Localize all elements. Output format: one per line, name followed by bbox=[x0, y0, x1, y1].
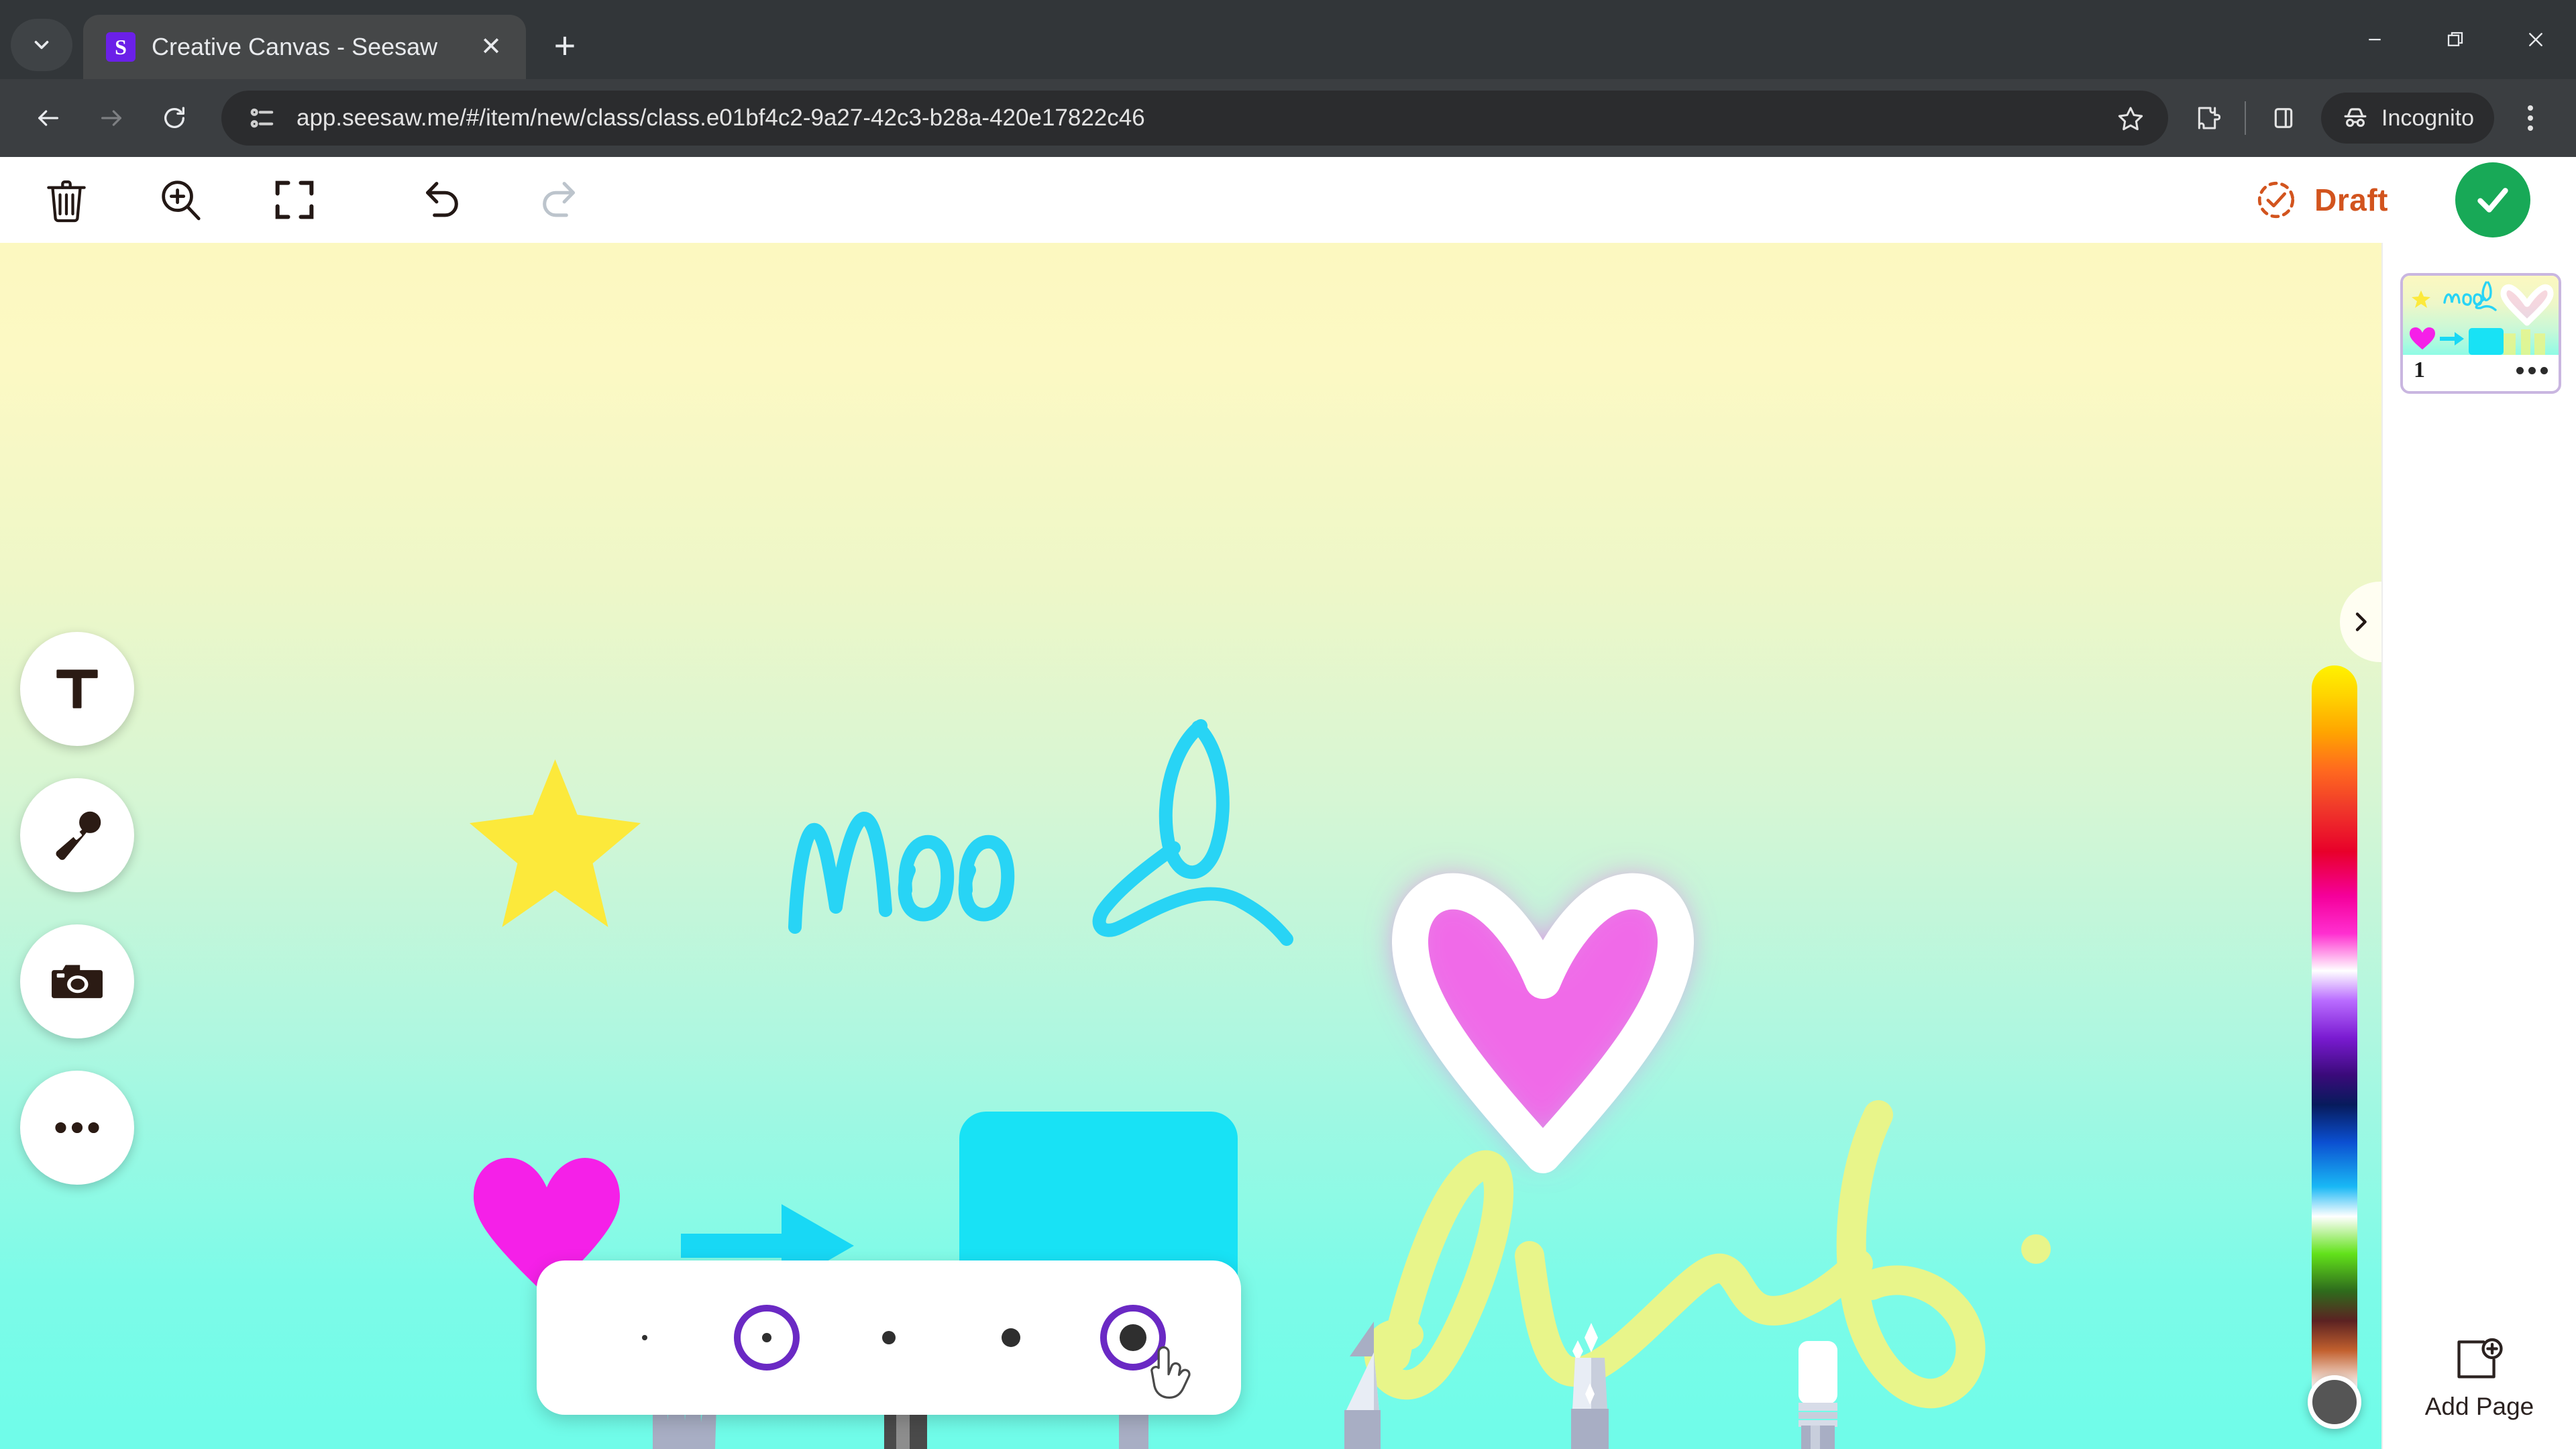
draft-status[interactable]: Draft bbox=[2254, 178, 2388, 222]
draft-check-circle-icon bbox=[2258, 181, 2295, 219]
draft-label: Draft bbox=[2314, 182, 2388, 217]
chevron-right-icon bbox=[2355, 612, 2367, 631]
bookmark-star-icon[interactable] bbox=[2105, 93, 2156, 144]
tab-search-button[interactable] bbox=[11, 19, 72, 71]
page-menu-icon[interactable] bbox=[2516, 366, 2548, 374]
page-thumbnail-footer: 1 bbox=[2403, 350, 2559, 391]
redo-arrow-icon bbox=[543, 182, 575, 217]
brush-size-dot bbox=[882, 1331, 896, 1344]
minimize-icon[interactable] bbox=[2334, 0, 2415, 79]
url-text[interactable]: app.seesaw.me/#/item/new/class/class.e01… bbox=[297, 105, 2088, 131]
page-thumbnail-1[interactable]: 1 bbox=[2400, 273, 2561, 394]
side-panel-icon[interactable] bbox=[2258, 93, 2309, 144]
reload-icon[interactable] bbox=[145, 89, 204, 148]
toolbar-divider bbox=[2245, 101, 2246, 135]
brush-size-dot bbox=[762, 1333, 771, 1342]
glitter-pen-icon bbox=[1571, 1323, 1609, 1449]
brush-size-dot bbox=[1002, 1328, 1020, 1347]
pointing-hand-cursor bbox=[1150, 1346, 1191, 1399]
seesaw-creative-canvas-app: Draft 1 Add Page bbox=[0, 157, 2576, 1449]
redo-button[interactable] bbox=[518, 163, 597, 237]
incognito-badge[interactable]: Incognito bbox=[2321, 93, 2494, 144]
browser-toolbar: app.seesaw.me/#/item/new/class/class.e01… bbox=[0, 79, 2576, 157]
marker-icon bbox=[1344, 1322, 1381, 1449]
add-page-icon bbox=[2457, 1338, 2503, 1379]
incognito-hat-icon bbox=[2344, 108, 2367, 127]
checkmark-icon bbox=[2477, 188, 2508, 213]
color-picker-strip[interactable] bbox=[2312, 665, 2357, 1410]
add-page-label: Add Page bbox=[2424, 1393, 2534, 1420]
tab-title: Creative Canvas - Seesaw bbox=[152, 33, 438, 60]
brush-size-option-2[interactable] bbox=[727, 1297, 807, 1378]
restore-icon[interactable] bbox=[2415, 0, 2496, 79]
brush-size-option-3[interactable] bbox=[849, 1297, 929, 1378]
close-tab-icon[interactable]: ✕ bbox=[474, 30, 508, 64]
incognito-label: Incognito bbox=[2381, 105, 2474, 131]
zoom-in-button[interactable] bbox=[141, 163, 220, 237]
puzzle-piece-icon[interactable] bbox=[2182, 93, 2233, 144]
eraser-icon bbox=[1799, 1341, 1837, 1449]
brush-size-option-4[interactable] bbox=[971, 1297, 1051, 1378]
tab-strip: S Creative Canvas - Seesaw ✕ + bbox=[0, 0, 2576, 79]
microphone-icon bbox=[56, 811, 101, 860]
three-dot-menu-icon[interactable] bbox=[2504, 91, 2557, 145]
window-controls bbox=[2334, 0, 2576, 79]
app-toolbar: Draft bbox=[0, 157, 2576, 243]
camera-icon bbox=[52, 965, 103, 998]
glitter-pen-tool-button[interactable] bbox=[1523, 1322, 1657, 1449]
page-info-icon[interactable] bbox=[244, 101, 279, 136]
address-bar[interactable]: app.seesaw.me/#/item/new/class/class.e01… bbox=[221, 91, 2168, 146]
thumbnail-artwork bbox=[2410, 281, 2554, 355]
magnifier-plus-icon bbox=[162, 180, 201, 221]
brush-size-option-1[interactable] bbox=[604, 1297, 685, 1378]
artwork-cyan-handwriting-moo[interactable] bbox=[771, 706, 1322, 987]
photo-tool-button[interactable] bbox=[20, 924, 134, 1038]
fit-to-screen-button[interactable] bbox=[255, 163, 334, 237]
add-page-button[interactable]: Add Page bbox=[2383, 1338, 2576, 1421]
seesaw-favicon: S bbox=[106, 32, 136, 62]
text-tool-button[interactable] bbox=[20, 632, 134, 746]
text-T-icon bbox=[56, 669, 98, 708]
undo-button[interactable] bbox=[404, 163, 483, 237]
done-button[interactable] bbox=[2455, 162, 2530, 237]
trash-icon bbox=[47, 180, 86, 223]
undo-arrow-icon bbox=[426, 182, 458, 217]
browser-tab[interactable]: S Creative Canvas - Seesaw ✕ bbox=[83, 15, 526, 79]
close-icon[interactable] bbox=[2496, 0, 2576, 79]
new-tab-button[interactable]: + bbox=[541, 21, 589, 70]
back-arrow-icon[interactable] bbox=[19, 89, 78, 148]
page-thumbnail-preview bbox=[2403, 276, 2559, 355]
brush-size-popup[interactable] bbox=[537, 1260, 1241, 1415]
brush-size-dot bbox=[642, 1335, 647, 1340]
more-tools-button[interactable] bbox=[20, 1071, 134, 1185]
left-tool-rail bbox=[20, 632, 134, 1185]
current-color-swatch[interactable] bbox=[2308, 1375, 2361, 1429]
page-panel: 1 Add Page bbox=[2308, 243, 2576, 1449]
three-dots-icon bbox=[55, 1122, 99, 1134]
browser-chrome: S Creative Canvas - Seesaw ✕ + app.seesa… bbox=[0, 0, 2576, 157]
delete-button[interactable] bbox=[27, 163, 106, 237]
fit-to-screen-icon bbox=[275, 180, 314, 219]
voice-recording-tool-button[interactable] bbox=[20, 778, 134, 892]
page-number: 1 bbox=[2414, 358, 2425, 382]
forward-arrow-icon[interactable] bbox=[82, 89, 141, 148]
marker-tool-button[interactable] bbox=[1295, 1322, 1429, 1449]
eraser-tool-button[interactable] bbox=[1751, 1338, 1885, 1449]
